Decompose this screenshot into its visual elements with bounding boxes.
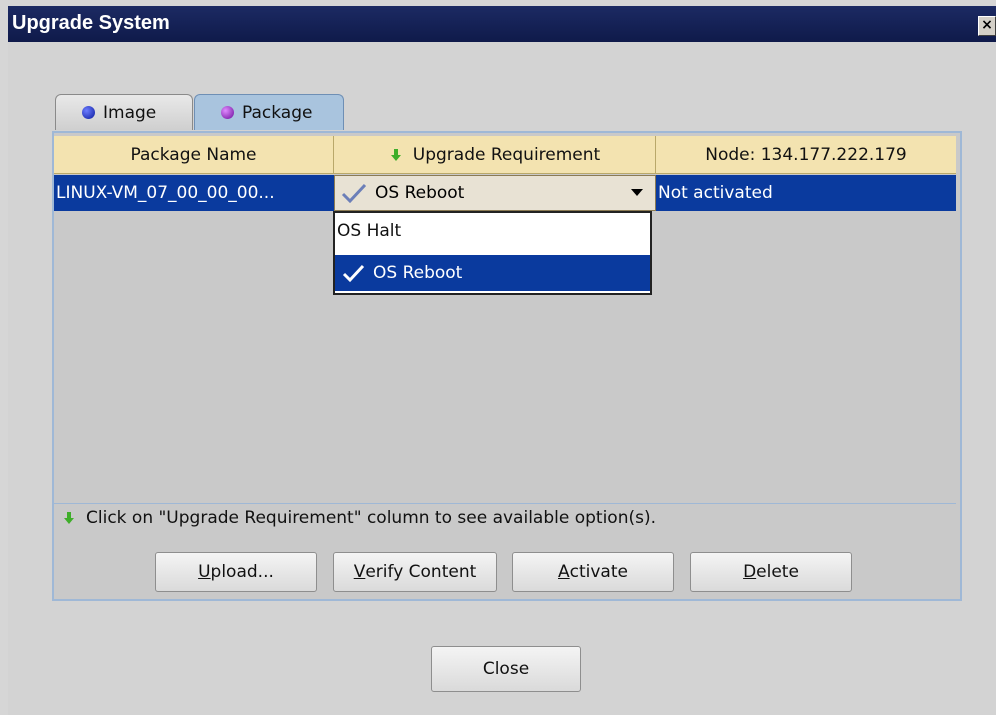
tab-image[interactable]: Image xyxy=(55,94,193,130)
table-row[interactable]: LINUX-VM_07_00_00_00... OS Reboot Not ac… xyxy=(54,175,956,211)
title-bar: Upgrade System × xyxy=(8,6,996,42)
dropdown-option-os-reboot[interactable]: OS Reboot xyxy=(335,255,650,291)
package-name-cell: LINUX-VM_07_00_00_00... xyxy=(56,183,275,203)
arrow-down-icon xyxy=(64,512,74,524)
hint-text: Click on "Upgrade Requirement" column to… xyxy=(62,508,656,528)
purple-dot-icon xyxy=(221,106,234,119)
upgrade-requirement-combo[interactable]: OS Reboot xyxy=(334,175,656,211)
dropdown-option-os-halt[interactable]: OS Halt xyxy=(335,213,650,249)
arrow-down-icon xyxy=(390,148,401,161)
combo-value: OS Reboot xyxy=(375,183,465,203)
dialog-title: Upgrade System xyxy=(12,12,170,34)
activate-button[interactable]: Activate xyxy=(512,552,674,592)
chevron-down-icon[interactable] xyxy=(631,189,643,196)
column-header-node[interactable]: Node: 134.177.222.179 xyxy=(656,136,956,174)
tab-package[interactable]: Package xyxy=(194,94,344,130)
tab-package-label: Package xyxy=(242,102,313,123)
upgrade-requirement-dropdown: OS Halt OS Reboot xyxy=(333,211,652,295)
upload-button[interactable]: Upload... xyxy=(155,552,317,592)
node-status-cell: Not activated xyxy=(658,183,773,203)
close-button[interactable]: Close xyxy=(431,646,581,692)
checkmark-icon xyxy=(341,183,367,203)
column-header-package-name[interactable]: Package Name xyxy=(54,136,334,174)
checkmark-icon xyxy=(342,264,365,283)
verify-content-button[interactable]: Verify Content xyxy=(333,552,497,592)
divider xyxy=(54,503,956,504)
column-header-upgrade-requirement[interactable]: Upgrade Requirement xyxy=(334,136,656,174)
delete-button[interactable]: Delete xyxy=(690,552,852,592)
close-icon[interactable]: × xyxy=(978,16,996,36)
upgrade-system-dialog: Upgrade System × Image Package Package N… xyxy=(0,0,996,715)
table-header: Package Name Upgrade Requirement Node: 1… xyxy=(54,136,956,174)
blue-dot-icon xyxy=(82,106,95,119)
tab-image-label: Image xyxy=(103,102,157,123)
